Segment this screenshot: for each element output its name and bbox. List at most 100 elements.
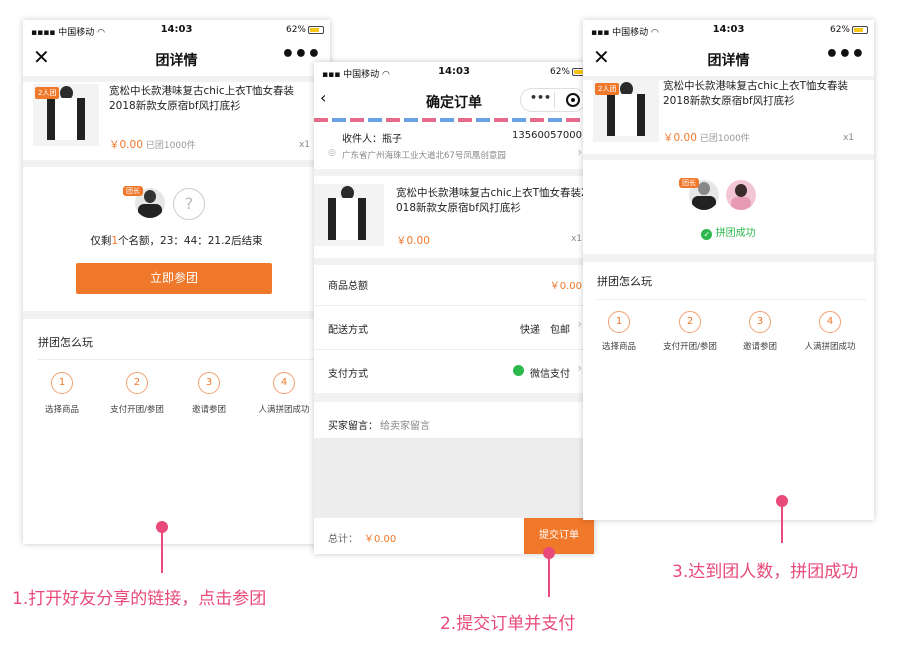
step-4-icon: 4 <box>273 372 295 394</box>
divider <box>597 299 866 300</box>
sum-label: 总计： <box>328 534 358 545</box>
step-1-label: 选择商品 <box>44 405 79 415</box>
chevron-right-icon: › <box>577 145 582 159</box>
product-card[interactable]: 2人团 宽松中长款港味复古chic上衣T恤女春装 2018新款女原宿bf风打底衫… <box>583 78 874 152</box>
buyer-note-label: 买家留言： <box>328 421 378 432</box>
total-value: ￥0.00 <box>549 281 582 292</box>
step-3-icon: 3 <box>198 372 220 394</box>
product-price: ￥0.00 <box>396 235 430 247</box>
how-to-play-title: 拼团怎么玩 <box>597 275 652 288</box>
chevron-right-icon: › <box>577 317 582 331</box>
divider <box>314 349 594 350</box>
address-stripe <box>314 118 594 122</box>
status-bar: ▪▪▪ 中国移动 ◠ 14:03 62% <box>583 20 874 42</box>
step-2-icon: 2 <box>126 372 148 394</box>
sum-value: ￥0.00 <box>364 534 397 545</box>
status-time: 14:03 <box>160 24 193 35</box>
step-4-label: 人满拼团成功 <box>258 405 310 415</box>
product-price: ￥0.00 已团1000件 <box>663 132 750 144</box>
check-icon: ✓ <box>701 229 713 240</box>
buyer-note-input[interactable]: 给卖家留言 <box>380 417 430 432</box>
success-status: ✓ 拼团成功 <box>583 224 874 240</box>
product-title: 宽松中长款港味复古chic上衣T恤女春装 2018新款女原宿bf风打底衫 <box>663 80 849 107</box>
divider <box>314 393 594 402</box>
how-to-play-title: 拼团怎么玩 <box>38 336 93 349</box>
step-4-label: 人满拼团成功 <box>804 342 856 352</box>
receiver: 收件人：瓶子 <box>342 134 402 145</box>
join-group-button[interactable]: 立即参团 <box>76 263 272 294</box>
sold-count: 已团1000件 <box>699 134 750 144</box>
payment-label: 支付方式 <box>328 369 368 380</box>
status-bar: ▪▪▪▪ 中国移动 ◠ 14:03 62% <box>23 20 330 42</box>
empty-area <box>314 438 594 518</box>
wechat-pay-icon <box>513 365 524 376</box>
caption-step-2: 2.提交订单并支付 <box>440 614 576 634</box>
step-3-icon: 3 <box>749 311 771 333</box>
sold-count: 已团1000件 <box>145 141 196 151</box>
capsule-menu[interactable]: ••• <box>520 88 586 112</box>
caption-step-3: 3.达到团人数，拼团成功 <box>672 562 859 582</box>
leader-tag: 团长 <box>123 186 143 196</box>
nav-bar: ✕ 团详情 ••• <box>23 42 330 76</box>
step-1-label: 选择商品 <box>601 342 636 352</box>
step-1-icon: 1 <box>51 372 73 394</box>
divider <box>23 160 330 167</box>
phone-group-success: ▪▪▪ 中国移动 ◠ 14:03 62% ✕ 团详情 ••• 2人团 宽松中长款… <box>583 20 874 520</box>
product-title: 宽松中长款港味复古chic上衣T恤女春装2 018新款女原宿bf风打底衫 <box>396 187 588 214</box>
step-3-label: 邀请参团 <box>191 405 226 415</box>
step-2-label: 支付开团/参团 <box>110 405 164 415</box>
divider <box>38 359 315 360</box>
battery-percent: 62% <box>549 67 570 77</box>
nav-bar: ‹ 确定订单 ••• <box>314 84 594 118</box>
product-qty: x1 <box>570 234 582 244</box>
divider <box>583 254 874 262</box>
product-price: ￥0.00 已团1000件 <box>109 139 196 151</box>
divider <box>314 305 594 306</box>
caption-step-1: 1.打开好友分享的链接，点击参团 <box>12 589 267 609</box>
order-product: 宽松中长款港味复古chic上衣T恤女春装2 018新款女原宿bf风打底衫 ￥0.… <box>314 176 594 258</box>
more-icon[interactable]: ••• <box>825 42 865 67</box>
product-qty: x1 <box>298 140 310 150</box>
battery-icon <box>308 26 324 34</box>
delivery-label: 配送方式 <box>328 325 368 336</box>
member-avatar <box>726 180 756 210</box>
product-image: 2人团 <box>33 84 99 146</box>
callout-line-1 <box>161 531 163 573</box>
step-4-icon: 4 <box>819 311 841 333</box>
submit-order-button[interactable]: 提交订单 <box>524 518 594 554</box>
payment-value: 微信支付 <box>530 369 570 380</box>
product-title: 宽松中长款港味复古chic上衣T恤女春装 2018新款女原宿bf风打底衫 <box>109 85 295 112</box>
location-icon: ◎ <box>328 148 336 158</box>
nav-bar: ✕ 团详情 ••• <box>583 42 874 76</box>
battery-percent: 62% <box>285 25 306 35</box>
more-icon[interactable]: ••• <box>530 91 551 104</box>
group-size-badge: 2人团 <box>595 83 620 95</box>
total-label: 商品总额 <box>328 281 368 292</box>
divider <box>314 169 594 176</box>
receiver-phone: 13560057000 <box>512 130 582 141</box>
step-2-icon: 2 <box>679 311 701 333</box>
divider <box>314 258 594 265</box>
product-qty: x1 <box>842 133 854 143</box>
divider <box>583 154 874 160</box>
callout-line-2 <box>548 557 550 597</box>
product-card[interactable]: 2人团 宽松中长款港味复古chic上衣T恤女春装 2018新款女原宿bf风打底衫… <box>23 82 330 160</box>
divider <box>23 311 330 319</box>
group-size-badge: 2人团 <box>35 87 60 99</box>
battery-percent: 62% <box>829 25 850 35</box>
delivery-value: 快递 包邮 <box>520 325 570 336</box>
phone-group-detail: ▪▪▪▪ 中国移动 ◠ 14:03 62% ✕ 团详情 ••• 2人团 宽松中长… <box>23 20 330 544</box>
remaining-info: 仅剩1个名额，23：44：21.2后结束 <box>90 235 263 247</box>
callout-line-3 <box>781 505 783 543</box>
battery-icon <box>852 26 868 34</box>
close-circle-icon[interactable] <box>566 93 580 107</box>
product-image <box>314 184 384 246</box>
step-1-icon: 1 <box>608 311 630 333</box>
receiver-address: 广东省广州海珠工业大道北67号凤凰创意园 <box>342 151 506 161</box>
chevron-right-icon: › <box>577 361 582 375</box>
empty-slot-icon: ? <box>173 188 205 220</box>
leader-tag: 团长 <box>679 178 699 188</box>
step-2-label: 支付开团/参团 <box>663 342 717 352</box>
product-image: 2人团 <box>593 80 659 142</box>
phone-confirm-order: ▪▪▪ 中国移动 ◠ 14:03 62% ‹ 确定订单 ••• 收件人：瓶子 1… <box>314 62 594 554</box>
